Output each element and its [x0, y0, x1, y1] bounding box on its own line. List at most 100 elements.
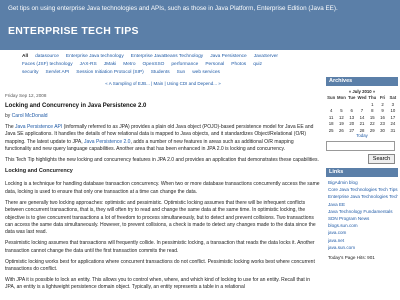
category-link[interactable]: datasource: [35, 54, 59, 59]
calendar-day[interactable]: 18: [326, 121, 336, 127]
calendar-day[interactable]: 30: [377, 128, 387, 134]
category-link[interactable]: security: [22, 70, 39, 75]
calendar-grid: Sun Mon Tue Wed Thu Fri Sat 1 2 3 4 5 6 7 8 9 10 11 12 13 14…: [326, 95, 398, 133]
sidebar-link[interactable]: BigAdmin blog: [328, 179, 398, 186]
category-link[interactable]: Personal: [205, 62, 224, 67]
paragraph: Pessimistic locking assumes that transac…: [5, 240, 315, 254]
category-link[interactable]: Enterprise JavaBeans Technology: [131, 54, 203, 59]
sidebar-link[interactable]: Java EE: [328, 201, 398, 208]
calendar-weekday: Mon: [337, 95, 346, 100]
paragraph: With JPA it is possible to lock an entit…: [5, 276, 311, 291]
calendar-weekday: Fri: [379, 95, 386, 100]
main-content: « A Sampling of EJB... | Main | Using CD…: [5, 80, 321, 300]
calendar-day[interactable]: 31: [388, 128, 398, 134]
calendar-day[interactable]: 10: [388, 108, 398, 114]
calendar-day[interactable]: 17: [388, 115, 398, 121]
calendar-day[interactable]: 16: [377, 115, 387, 121]
category-link[interactable]: JavaServer: [254, 54, 278, 59]
calendar-day[interactable]: 26: [336, 128, 346, 134]
calendar-weekday: Sun: [327, 95, 336, 100]
calendar-day[interactable]: 1: [367, 102, 377, 108]
calendar-day[interactable]: 11: [326, 115, 336, 121]
sidebar-link[interactable]: Core Java Technologies Tech Tips: [328, 186, 398, 193]
calendar-month[interactable]: « July 2010 »: [326, 88, 398, 95]
category-link[interactable]: Sun: [177, 70, 186, 75]
calendar-day: [347, 102, 357, 108]
category-link[interactable]: Enterprise Java technology: [66, 54, 124, 59]
search-area: Search: [326, 141, 398, 164]
calendar-today-link[interactable]: Today: [326, 133, 398, 138]
byline-prefix: by: [5, 113, 11, 119]
category-link[interactable]: web services: [192, 70, 220, 75]
calendar-weekday: Thu: [368, 95, 377, 100]
category-link[interactable]: Faces (JSF) technology: [22, 62, 73, 67]
calendar-day[interactable]: 2: [377, 102, 387, 108]
sidebar-link[interactable]: SDN Program News: [328, 215, 398, 222]
category-link[interactable]: OpenSSO: [143, 62, 165, 67]
sidebar-link[interactable]: blogs.sun.com: [328, 222, 398, 229]
sidebar: Archives « July 2010 » Sun Mon Tue Wed Thu Fr…: [326, 77, 398, 300]
calendar-day[interactable]: 20: [347, 121, 357, 127]
calendar-day[interactable]: 23: [377, 121, 387, 127]
category-link[interactable]: Photos: [231, 62, 246, 67]
calendar-day: [326, 102, 336, 108]
page-hits: Today's Page Hits: 901: [328, 255, 375, 261]
jpa2-link[interactable]: Java Persistence 2.0: [84, 139, 130, 145]
category-link[interactable]: JAX-RS: [80, 62, 97, 67]
sidebar-link[interactable]: Enterprise Java Technologies Tech Tips A…: [328, 193, 398, 200]
calendar-day[interactable]: 15: [367, 115, 377, 121]
calendar-day[interactable]: 29: [367, 128, 377, 134]
post-body: The Java Persistence API (informally ref…: [5, 124, 321, 295]
calendar-day: [336, 102, 346, 108]
calendar-weekday: Wed: [357, 95, 367, 100]
category-link[interactable]: quiz: [253, 62, 262, 67]
calendar-weekday: Tue: [348, 95, 356, 100]
site-tagline: Get tips on using enterprise Java techno…: [8, 5, 338, 12]
author-link[interactable]: Carol McDonald: [12, 113, 48, 119]
calendar-day[interactable]: 22: [367, 121, 377, 127]
category-link[interactable]: Session Initiation Protocol (SIP): [76, 70, 143, 75]
calendar-day[interactable]: 12: [336, 115, 346, 121]
category-link[interactable]: Metro: [123, 62, 135, 67]
calendar-day[interactable]: 7: [357, 108, 367, 114]
post-title[interactable]: Locking and Concurrency in Java Persiste…: [5, 103, 146, 109]
category-link[interactable]: performance: [171, 62, 198, 67]
category-link[interactable]: Servlet API: [46, 70, 70, 75]
sidebar-link[interactable]: java.sun.com: [328, 244, 398, 251]
calendar-day[interactable]: 3: [388, 102, 398, 108]
paragraph: Locking is a technique for handling data…: [5, 181, 320, 195]
calendar-day[interactable]: 14: [357, 115, 367, 121]
category-link[interactable]: Students: [151, 70, 170, 75]
category-link[interactable]: JMaki: [104, 62, 117, 67]
calendar-day[interactable]: 25: [326, 128, 336, 134]
jpa-link[interactable]: Java Persistence API: [15, 124, 62, 130]
category-bar: All datasource Enterprise Java technology E…: [0, 50, 400, 78]
category-link[interactable]: All: [22, 54, 28, 59]
archive-calendar: « July 2010 » Sun Mon Tue Wed Thu Fri Sat 1 2 3 4 5…: [326, 88, 398, 138]
calendar-day[interactable]: 8: [367, 108, 377, 114]
calendar-weekday: Sat: [389, 95, 397, 100]
sidebar-link[interactable]: java.net: [328, 237, 398, 244]
links-list: BigAdmin blog Core Java Technologies Tech…: [326, 177, 398, 251]
calendar-day[interactable]: 21: [357, 121, 367, 127]
calendar-day[interactable]: 4: [326, 108, 336, 114]
category-row: security Servlet API Session Initiation Pr…: [22, 68, 392, 77]
sidebar-link[interactable]: Java Technology Fundamentals: [328, 208, 398, 215]
calendar-day[interactable]: 5: [336, 108, 346, 114]
search-button[interactable]: Search: [368, 154, 395, 164]
calendar-day[interactable]: 9: [377, 108, 387, 114]
archives-heading: Archives: [326, 77, 398, 86]
calendar-day[interactable]: 19: [336, 121, 346, 127]
site-title[interactable]: ENTERPRISE TECH TIPS: [8, 25, 139, 37]
calendar-day[interactable]: 6: [347, 108, 357, 114]
category-link[interactable]: Java Persistence: [210, 54, 247, 59]
sidebar-link[interactable]: java.com: [328, 229, 398, 236]
paragraph: This Tech Tip highlights the new locking…: [5, 157, 319, 164]
calendar-day[interactable]: 24: [388, 121, 398, 127]
calendar-day: [357, 102, 367, 108]
post-navigation[interactable]: « A Sampling of EJB... | Main | Using CD…: [5, 80, 321, 88]
paragraph: Optimistic locking works best for applic…: [5, 258, 315, 272]
post-date: Friday Sep 12, 2008: [5, 93, 47, 98]
calendar-day[interactable]: 13: [347, 115, 357, 121]
search-input[interactable]: [326, 141, 395, 151]
